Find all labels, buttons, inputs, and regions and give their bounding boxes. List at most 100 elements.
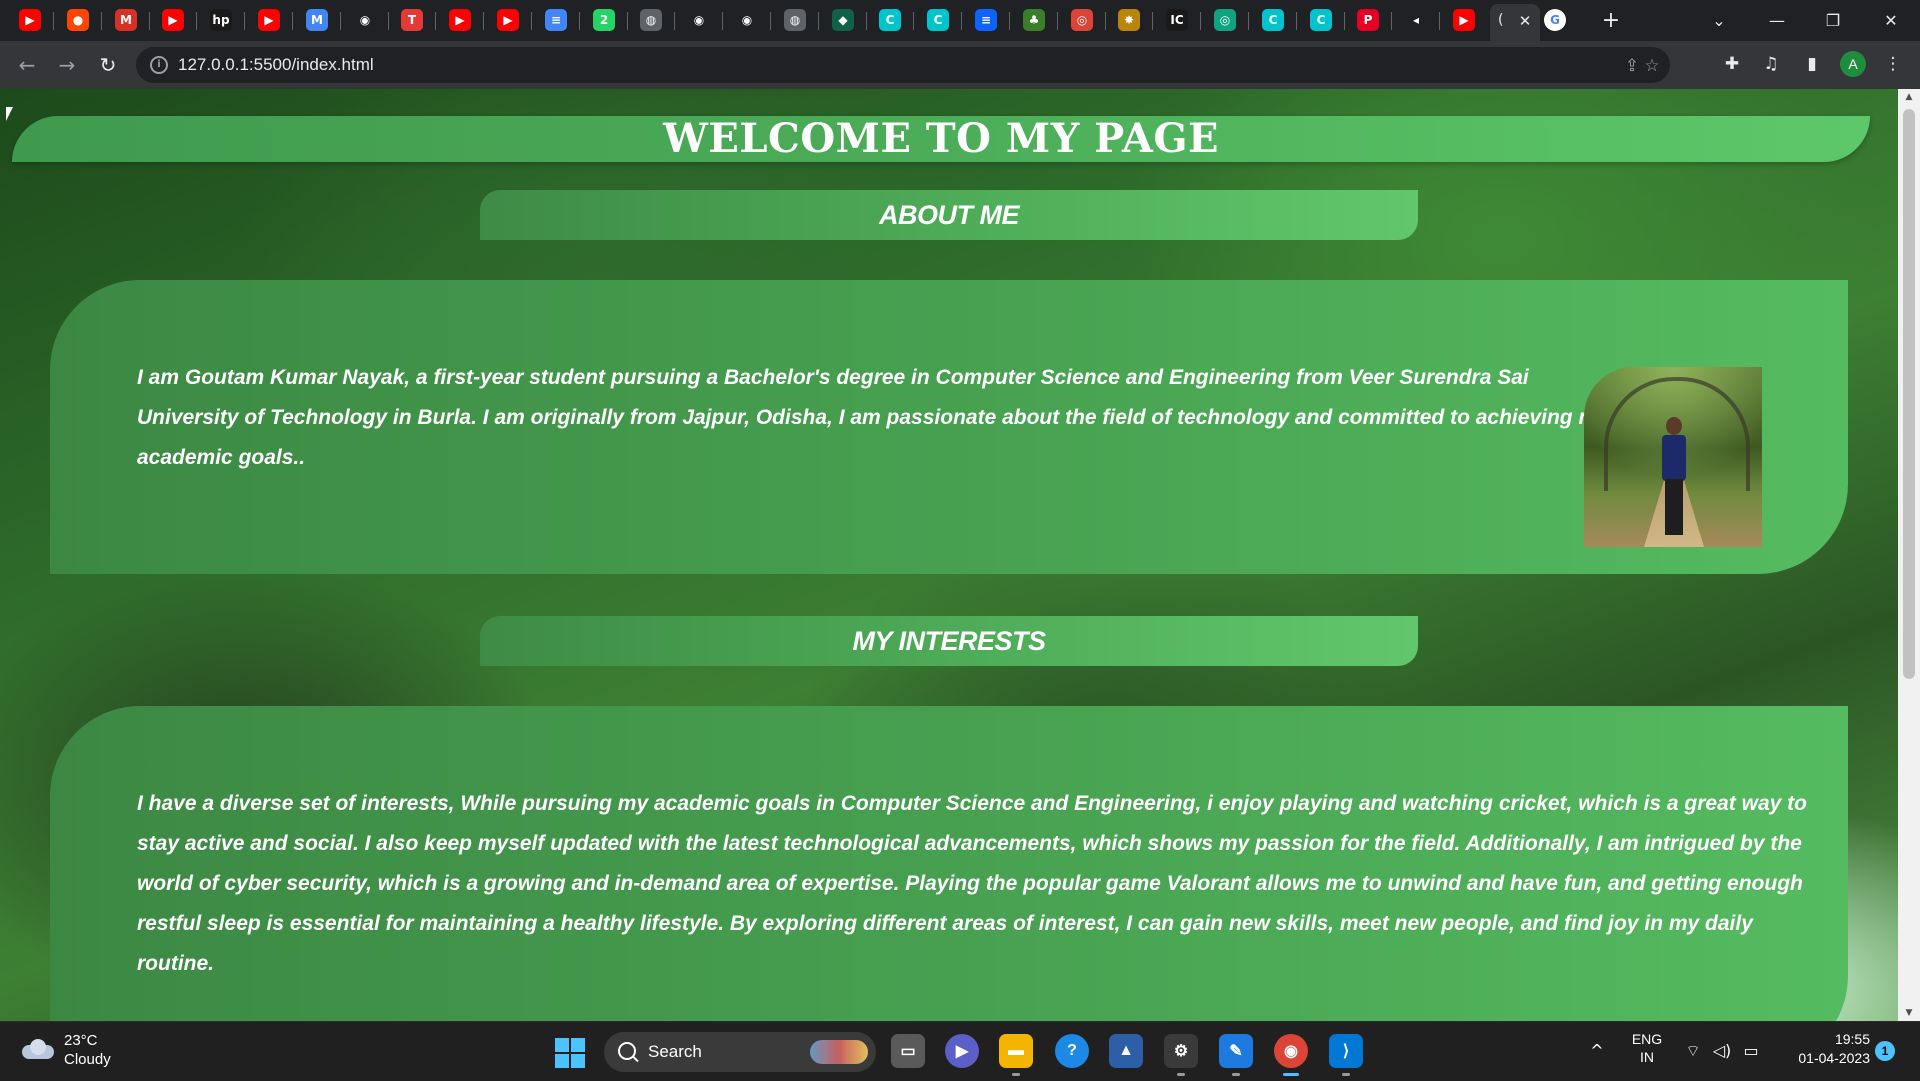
file-explorer-icon[interactable]: ▬ <box>999 1034 1033 1068</box>
bookmark-star-icon[interactable]: ☆ <box>1642 56 1662 76</box>
chatgpt-tab-icon[interactable]: ◎ <box>1214 9 1236 31</box>
tuf-tab-icon[interactable]: T <box>401 9 423 31</box>
address-bar[interactable]: i 127.0.0.1:5500/index.html ⇪ ☆ <box>136 47 1670 83</box>
share-icon[interactable]: ⇪ <box>1622 56 1642 76</box>
youtube-tab-icon[interactable]: ▶ <box>19 9 41 31</box>
start-button-icon[interactable] <box>555 1038 585 1068</box>
youtube-tab-icon[interactable]: ▶ <box>162 9 184 31</box>
chrome-browser-icon[interactable]: ◉ <box>1274 1034 1308 1068</box>
canva-tab-icon[interactable]: C <box>879 9 901 31</box>
close-tab-icon[interactable]: ✕ <box>1516 12 1534 30</box>
language-indicator[interactable]: ENG IN <box>1627 1031 1667 1065</box>
scroll-up-icon[interactable]: ▲ <box>1898 89 1920 105</box>
tab-separator <box>1296 12 1297 30</box>
restore-icon[interactable]: ❐ <box>1818 8 1848 34</box>
audio-tab-icon[interactable]: ◂ <box>1405 9 1427 31</box>
profile-avatar[interactable]: A <box>1840 51 1866 77</box>
scroll-down-icon[interactable]: ▼ <box>1898 1005 1920 1021</box>
windows-taskbar: 23°C Cloudy Search ▭ ▶ ▬ ? ▲ ⚙ ✎ ◉ ⟩ ^ E… <box>0 1021 1920 1081</box>
whatsapp-tab-icon[interactable]: 2 <box>593 9 615 31</box>
youtube-tab-icon[interactable]: ▶ <box>258 9 280 31</box>
media-control-icon[interactable]: ♫ <box>1758 51 1784 77</box>
tab-separator <box>1105 12 1106 30</box>
leaf-tab-icon[interactable]: ♣ <box>1023 9 1045 31</box>
tab-separator <box>53 12 54 30</box>
tab-separator <box>531 12 532 30</box>
pinterest-tab-icon[interactable]: P <box>1357 9 1379 31</box>
globe-tab-icon[interactable]: ◍ <box>784 9 806 31</box>
taskbar-search[interactable]: Search <box>604 1032 876 1072</box>
github-tab-icon[interactable]: ◉ <box>688 9 710 31</box>
canva-tab-icon[interactable]: C <box>1262 9 1284 31</box>
ibm-tab-icon[interactable]: ≡ <box>975 9 997 31</box>
tab-separator <box>674 12 675 30</box>
profile-photo <box>1584 367 1762 547</box>
page-scrollbar[interactable]: ▲ ▼ <box>1898 89 1920 1021</box>
tab-separator <box>244 12 245 30</box>
cloud-icon[interactable] <box>22 1039 54 1059</box>
tab-separator <box>1057 12 1058 30</box>
battery-icon[interactable]: ▭ <box>1740 1040 1762 1062</box>
whiteboard-app-icon[interactable]: ✎ <box>1219 1034 1253 1068</box>
sun-tab-icon[interactable]: ✸ <box>1118 9 1140 31</box>
running-indicator <box>1342 1073 1350 1076</box>
mongodb-tab-icon[interactable]: ◆ <box>832 9 854 31</box>
tab-separator <box>1009 12 1010 30</box>
weather-temperature[interactable]: 23°C <box>64 1032 98 1049</box>
vscode-icon[interactable]: ⟩ <box>1329 1034 1363 1068</box>
close-window-icon[interactable]: ✕ <box>1876 8 1906 34</box>
welcome-banner: WELCOME TO MY PAGE <box>12 116 1870 162</box>
minimize-icon[interactable]: — <box>1762 8 1792 34</box>
google-tab-icon[interactable]: G <box>1544 9 1566 31</box>
tab-separator <box>722 12 723 30</box>
teams-chat-icon[interactable]: ▶ <box>945 1034 979 1068</box>
docs-tab-icon[interactable]: ≡ <box>545 9 567 31</box>
side-panel-icon[interactable]: ▮ <box>1799 51 1825 77</box>
gmail-tab-icon[interactable]: M <box>115 9 137 31</box>
globe-tab-icon[interactable]: ◍ <box>640 9 662 31</box>
ic-tab-icon[interactable]: IC <box>1166 9 1188 31</box>
url-text[interactable]: 127.0.0.1:5500/index.html <box>178 47 374 83</box>
clock-date: 01-04-2023 <box>1798 1050 1870 1066</box>
help-app-icon[interactable]: ? <box>1055 1034 1089 1068</box>
active-tab[interactable]: ( ✕ <box>1490 4 1540 41</box>
new-tab-button[interactable]: + <box>1596 8 1626 34</box>
youtube-tab-icon[interactable]: ▶ <box>497 9 519 31</box>
tab-separator <box>1344 12 1345 30</box>
extensions-icon[interactable]: ✚ <box>1719 51 1745 77</box>
scrollbar-thumb[interactable] <box>1903 109 1915 679</box>
chevron-up-icon[interactable]: ^ <box>1586 1040 1608 1062</box>
github-tab-icon[interactable]: ◉ <box>354 9 376 31</box>
hp-tab-icon[interactable]: hp <box>210 9 232 31</box>
youtube-tab-icon[interactable]: ▶ <box>1453 9 1475 31</box>
reddit-tab-icon[interactable]: ● <box>67 9 89 31</box>
canva-tab-icon[interactable]: C <box>1310 9 1332 31</box>
tab-separator <box>388 12 389 30</box>
browser-toolbar: ← → ↻ i 127.0.0.1:5500/index.html ⇪ ☆ ✚ … <box>0 41 1920 89</box>
tab-search-icon[interactable]: ⌄ <box>1704 8 1734 34</box>
my-interests-heading: MY INTERESTS <box>852 626 1046 656</box>
menu-icon[interactable]: ⋮ <box>1880 51 1906 77</box>
volume-icon[interactable]: ◁) <box>1711 1040 1733 1062</box>
site-info-icon[interactable]: i <box>150 56 168 74</box>
clock-time: 19:55 <box>1834 1031 1870 1047</box>
weather-condition[interactable]: Cloudy <box>64 1051 111 1068</box>
youtube-tab-icon[interactable]: ▶ <box>449 9 471 31</box>
photos-app-icon[interactable]: ▲ <box>1109 1034 1143 1068</box>
notification-badge[interactable]: 1 <box>1875 1041 1895 1061</box>
forward-icon[interactable]: → <box>53 51 81 79</box>
task-view-icon[interactable]: ▭ <box>891 1034 925 1068</box>
tab-separator <box>149 12 150 30</box>
wifi-icon[interactable]: ⌔ <box>1682 1040 1704 1062</box>
gmail-tab-icon[interactable]: M <box>306 9 328 31</box>
canva-tab-icon[interactable]: C <box>927 9 949 31</box>
github-tab-icon[interactable]: ◉ <box>736 9 758 31</box>
back-icon[interactable]: ← <box>13 51 41 79</box>
tab-separator <box>961 12 962 30</box>
my-interests-card: I have a diverse set of interests, While… <box>50 706 1848 1021</box>
settings-gear-icon[interactable]: ⚙ <box>1164 1034 1198 1068</box>
clock[interactable]: 19:55 01-04-2023 <box>1774 1031 1870 1066</box>
chrome-app-tab-icon[interactable]: ◎ <box>1071 9 1093 31</box>
reload-icon[interactable]: ↻ <box>94 51 122 79</box>
search-label: Search <box>648 1042 702 1061</box>
